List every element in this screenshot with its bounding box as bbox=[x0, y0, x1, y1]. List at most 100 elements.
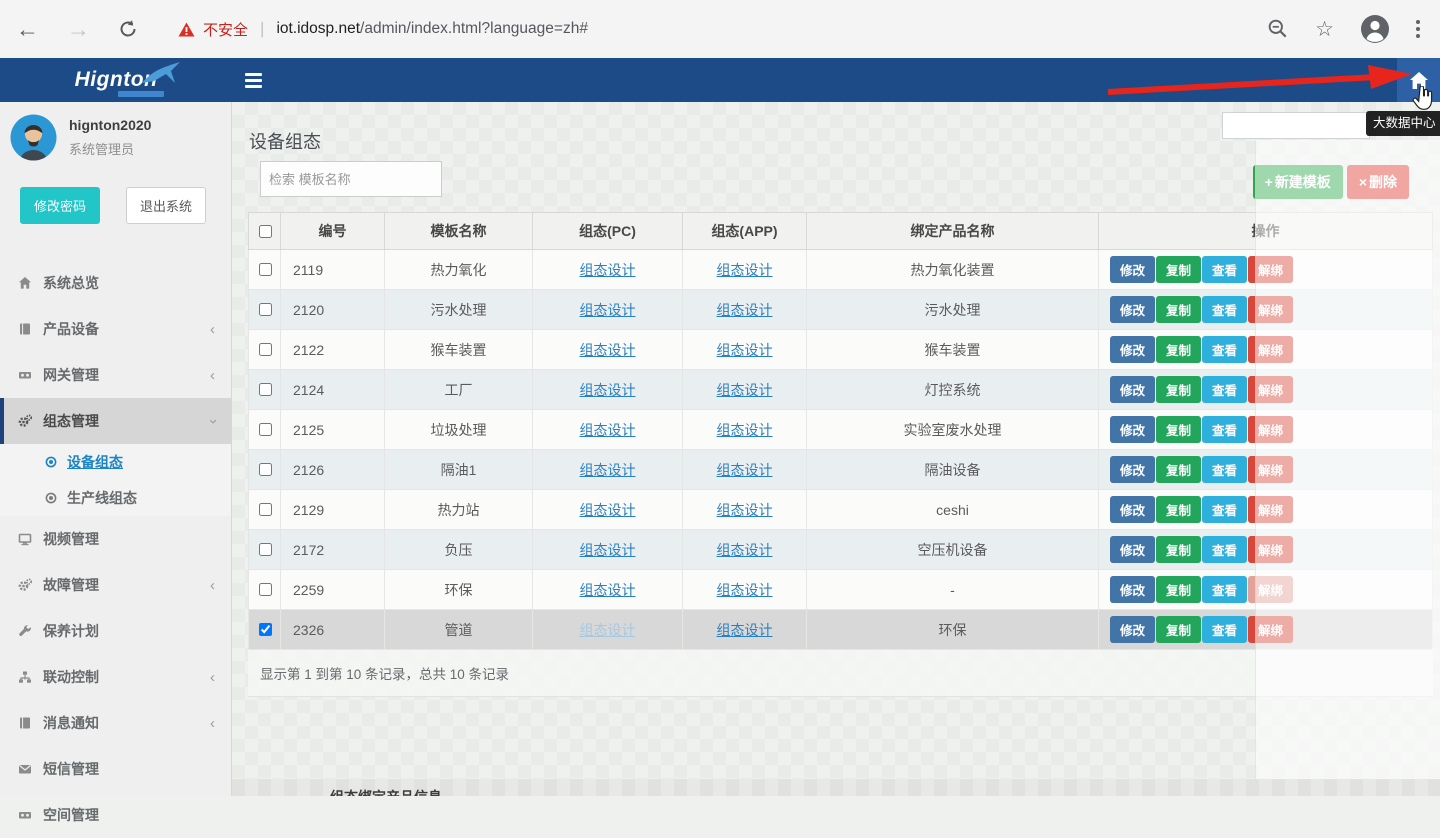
config-app-link[interactable]: 组态设计 bbox=[717, 302, 773, 318]
sidebar-item-系统总览[interactable]: 系统总览 bbox=[0, 260, 231, 306]
action-edit-button[interactable]: 修改 bbox=[1110, 536, 1155, 563]
sidebar-subitem-设备组态[interactable]: 设备组态 bbox=[0, 444, 231, 480]
config-pc-link[interactable]: 组态设计 bbox=[580, 342, 636, 358]
row-checkbox[interactable] bbox=[259, 623, 272, 636]
new-template-button[interactable]: +新建模板 bbox=[1253, 165, 1343, 199]
row-checkbox[interactable] bbox=[259, 543, 272, 556]
config-pc-link[interactable]: 组态设计 bbox=[580, 582, 636, 598]
action-copy-button[interactable]: 复制 bbox=[1156, 256, 1201, 283]
browser-forward-icon[interactable]: → bbox=[67, 18, 90, 41]
action-view-button[interactable]: 查看 bbox=[1202, 376, 1247, 403]
action-edit-button[interactable]: 修改 bbox=[1110, 376, 1155, 403]
action-edit-button[interactable]: 修改 bbox=[1110, 336, 1155, 363]
action-view-button[interactable]: 查看 bbox=[1202, 416, 1247, 443]
config-pc-link[interactable]: 组态设计 bbox=[580, 262, 636, 278]
browser-back-icon[interactable]: ← bbox=[16, 18, 39, 41]
delete-button[interactable]: ×删除 bbox=[1347, 165, 1409, 199]
address-bar[interactable]: iot.idosp.net/admin/index.html?language=… bbox=[276, 20, 588, 38]
row-checkbox[interactable] bbox=[259, 303, 272, 316]
config-app-link[interactable]: 组态设计 bbox=[717, 462, 773, 478]
sidebar-subitem-生产线组态[interactable]: 生产线组态 bbox=[0, 480, 231, 516]
action-view-button[interactable]: 查看 bbox=[1202, 496, 1247, 523]
sidebar-item-故障管理[interactable]: 故障管理‹ bbox=[0, 562, 231, 608]
config-pc-link[interactable]: 组态设计 bbox=[580, 502, 636, 518]
config-pc-link[interactable]: 组态设计 bbox=[580, 542, 636, 558]
config-pc-link[interactable]: 组态设计 bbox=[580, 622, 636, 638]
action-copy-button[interactable]: 复制 bbox=[1156, 416, 1201, 443]
action-view-button[interactable]: 查看 bbox=[1202, 576, 1247, 603]
action-copy-button[interactable]: 复制 bbox=[1156, 576, 1201, 603]
action-unbind-button[interactable]: 解绑 bbox=[1248, 256, 1293, 283]
sidebar-item-联动控制[interactable]: 联动控制‹ bbox=[0, 654, 231, 700]
action-copy-button[interactable]: 复制 bbox=[1156, 616, 1201, 643]
sidebar-item-网关管理[interactable]: 网关管理‹ bbox=[0, 352, 231, 398]
sidebar-item-短信管理[interactable]: 短信管理 bbox=[0, 746, 231, 792]
select-all-checkbox[interactable] bbox=[259, 225, 272, 238]
zoom-out-icon[interactable] bbox=[1267, 18, 1289, 40]
sidebar-item-空间管理[interactable]: 空间管理 bbox=[0, 792, 231, 838]
action-view-button[interactable]: 查看 bbox=[1202, 456, 1247, 483]
row-checkbox[interactable] bbox=[259, 343, 272, 356]
app-logo[interactable]: Hignton bbox=[0, 58, 232, 102]
config-app-link[interactable]: 组态设计 bbox=[717, 542, 773, 558]
config-app-link[interactable]: 组态设计 bbox=[717, 382, 773, 398]
action-copy-button[interactable]: 复制 bbox=[1156, 376, 1201, 403]
browser-reload-icon[interactable] bbox=[118, 19, 138, 39]
browser-menu-icon[interactable] bbox=[1416, 20, 1420, 38]
action-edit-button[interactable]: 修改 bbox=[1110, 256, 1155, 283]
security-warning[interactable]: 不安全 bbox=[178, 19, 248, 40]
config-app-link[interactable]: 组态设计 bbox=[717, 502, 773, 518]
action-unbind-button[interactable]: 解绑 bbox=[1248, 496, 1293, 523]
action-unbind-button[interactable]: 解绑 bbox=[1248, 616, 1293, 643]
config-pc-link[interactable]: 组态设计 bbox=[580, 382, 636, 398]
config-pc-link[interactable]: 组态设计 bbox=[580, 422, 636, 438]
action-edit-button[interactable]: 修改 bbox=[1110, 456, 1155, 483]
action-copy-button[interactable]: 复制 bbox=[1156, 536, 1201, 563]
action-unbind-button[interactable]: 解绑 bbox=[1248, 296, 1293, 323]
profile-avatar-icon[interactable] bbox=[1360, 14, 1390, 44]
action-view-button[interactable]: 查看 bbox=[1202, 256, 1247, 283]
sidebar-item-消息通知[interactable]: 消息通知‹ bbox=[0, 700, 231, 746]
action-unbind-button[interactable]: 解绑 bbox=[1248, 376, 1293, 403]
row-checkbox[interactable] bbox=[259, 263, 272, 276]
action-copy-button[interactable]: 复制 bbox=[1156, 456, 1201, 483]
action-unbind-button[interactable]: 解绑 bbox=[1248, 456, 1293, 483]
config-pc-link[interactable]: 组态设计 bbox=[580, 462, 636, 478]
action-copy-button[interactable]: 复制 bbox=[1156, 296, 1201, 323]
action-view-button[interactable]: 查看 bbox=[1202, 336, 1247, 363]
action-edit-button[interactable]: 修改 bbox=[1110, 496, 1155, 523]
header-search-input[interactable] bbox=[1222, 112, 1370, 139]
sidebar-item-视频管理[interactable]: 视频管理 bbox=[0, 516, 231, 562]
sidebar-item-保养计划[interactable]: 保养计划 bbox=[0, 608, 231, 654]
config-app-link[interactable]: 组态设计 bbox=[717, 622, 773, 638]
config-app-link[interactable]: 组态设计 bbox=[717, 582, 773, 598]
row-checkbox[interactable] bbox=[259, 503, 272, 516]
action-view-button[interactable]: 查看 bbox=[1202, 296, 1247, 323]
action-view-button[interactable]: 查看 bbox=[1202, 616, 1247, 643]
sidebar-toggle-icon[interactable] bbox=[245, 73, 262, 88]
action-unbind-button[interactable]: 解绑 bbox=[1248, 576, 1293, 603]
config-app-link[interactable]: 组态设计 bbox=[717, 262, 773, 278]
sidebar-item-组态管理[interactable]: 组态管理‹ bbox=[0, 398, 231, 444]
sidebar-item-产品设备[interactable]: 产品设备‹ bbox=[0, 306, 231, 352]
template-search-input[interactable] bbox=[260, 161, 442, 197]
action-unbind-button[interactable]: 解绑 bbox=[1248, 336, 1293, 363]
user-avatar[interactable] bbox=[10, 114, 57, 161]
row-checkbox[interactable] bbox=[259, 583, 272, 596]
action-unbind-button[interactable]: 解绑 bbox=[1248, 416, 1293, 443]
config-app-link[interactable]: 组态设计 bbox=[717, 342, 773, 358]
config-app-link[interactable]: 组态设计 bbox=[717, 422, 773, 438]
row-checkbox[interactable] bbox=[259, 463, 272, 476]
action-copy-button[interactable]: 复制 bbox=[1156, 336, 1201, 363]
config-pc-link[interactable]: 组态设计 bbox=[580, 302, 636, 318]
bigdata-home-button[interactable] bbox=[1397, 58, 1440, 102]
action-copy-button[interactable]: 复制 bbox=[1156, 496, 1201, 523]
logout-button[interactable]: 退出系统 bbox=[126, 187, 206, 224]
change-password-button[interactable]: 修改密码 bbox=[20, 187, 100, 224]
action-edit-button[interactable]: 修改 bbox=[1110, 576, 1155, 603]
action-view-button[interactable]: 查看 bbox=[1202, 536, 1247, 563]
action-edit-button[interactable]: 修改 bbox=[1110, 296, 1155, 323]
row-checkbox[interactable] bbox=[259, 383, 272, 396]
action-edit-button[interactable]: 修改 bbox=[1110, 616, 1155, 643]
action-edit-button[interactable]: 修改 bbox=[1110, 416, 1155, 443]
